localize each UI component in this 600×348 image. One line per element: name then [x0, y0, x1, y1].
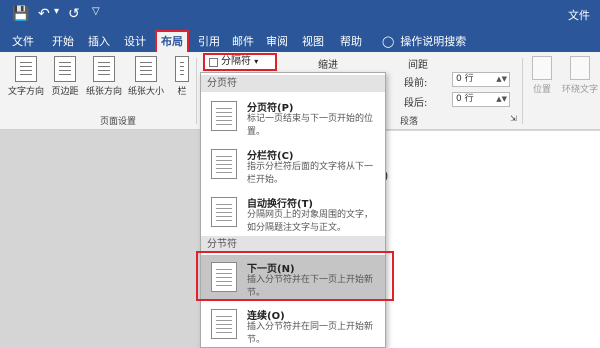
tab-file[interactable]: 文件	[8, 33, 38, 52]
margins-label: 页边距	[51, 87, 79, 97]
after-spacing-value: 0 行	[456, 94, 474, 104]
margins-icon	[54, 56, 76, 82]
tab-view[interactable]: 视图	[298, 33, 328, 52]
text-direction-icon	[15, 56, 37, 82]
size-icon	[135, 56, 157, 82]
redo-icon[interactable]: ↺	[68, 6, 80, 22]
column-break-icon	[211, 149, 237, 179]
position-icon	[532, 56, 552, 80]
menu-item-description: 指示分栏符后面的文字将从下一栏开始。	[247, 162, 374, 185]
paragraph-launcher-icon[interactable]: ⇲	[510, 114, 517, 123]
position-label: 位置	[532, 85, 551, 95]
tab-home[interactable]: 开始	[48, 33, 78, 52]
size-button[interactable]: 纸张大小	[126, 52, 166, 97]
page-setup-group-label: 页面设置	[100, 117, 137, 127]
before-spacing-input[interactable]: 0 行 ▲▼	[452, 72, 510, 87]
wrap-text-label: 环绕文字	[562, 85, 599, 95]
breaks-menu: 分页符 分页符(P) 标记一页结束与下一页开始的位置。 分栏符(C) 指示分栏符…	[200, 72, 386, 348]
undo-dropdown-icon[interactable]: ▾	[54, 6, 59, 17]
orientation-label: 纸张方向	[85, 87, 122, 97]
continuous-icon	[211, 309, 237, 339]
page-break-icon	[211, 101, 237, 131]
menu-item-description: 分隔网页上的对象周围的文字，如分隔题注文字与正文。	[247, 210, 374, 233]
tab-references[interactable]: 引用	[194, 33, 224, 52]
before-spacing-value: 0 行	[456, 74, 474, 84]
breaks-dropdown-label: 分隔符	[221, 56, 251, 67]
tab-layout[interactable]: 布局	[155, 30, 189, 54]
ribbon-tabs: 文件 开始 插入 设计 布局 引用 邮件 审阅 视图 帮助 ◯ 操作说明搜索	[0, 30, 600, 54]
text-direction-button[interactable]: 文字方向	[6, 52, 46, 97]
columns-button[interactable]: 栏	[172, 52, 192, 97]
after-spacing-input[interactable]: 0 行 ▲▼	[452, 92, 510, 107]
wrap-text-icon	[570, 56, 590, 80]
menu-item-title: 连续(O)	[247, 311, 285, 322]
lightbulb-icon: ◯	[382, 35, 395, 48]
tell-me-search[interactable]: ◯ 操作说明搜索	[382, 33, 466, 50]
tell-me-label: 操作说明搜索	[400, 35, 467, 48]
save-icon[interactable]: 💾	[12, 6, 29, 22]
file-name: 文件	[568, 9, 590, 22]
breaks-dropdown[interactable]: 分隔符 ▾	[203, 53, 277, 71]
group-divider	[196, 58, 197, 124]
menu-item-title: 分页符(P)	[247, 103, 294, 114]
spinner-icon[interactable]: ▲▼	[496, 93, 507, 106]
menu-item-page-break[interactable]: 分页符(P) 标记一页结束与下一页开始的位置。	[201, 95, 385, 139]
menu-item-title: 自动换行符(T)	[247, 199, 313, 210]
customize-icon[interactable]: ▽	[92, 6, 100, 17]
indent-label: 缩进	[318, 60, 338, 71]
chevron-down-icon: ▾	[254, 57, 259, 66]
before-label: 段前:	[404, 78, 428, 89]
menu-item-description: 插入分节符并在同一页上开始新节。	[247, 322, 374, 345]
size-label: 纸张大小	[127, 87, 164, 97]
after-label: 段后:	[404, 98, 428, 109]
orientation-button[interactable]: 纸张方向	[84, 52, 124, 97]
highlight-box	[196, 251, 394, 301]
tab-help[interactable]: 帮助	[336, 33, 366, 52]
menu-item-column-break[interactable]: 分栏符(C) 指示分栏符后面的文字将从下一栏开始。	[201, 143, 385, 187]
menu-item-continuous[interactable]: 连续(O) 插入分节符并在同一页上开始新节。	[201, 303, 385, 347]
group-divider	[522, 58, 523, 124]
tab-review[interactable]: 审阅	[262, 33, 292, 52]
menu-item-text-wrapping-break[interactable]: 自动换行符(T) 分隔网页上的对象周围的文字，如分隔题注文字与正文。	[201, 191, 385, 239]
text-direction-label: 文字方向	[7, 87, 44, 97]
tab-design[interactable]: 设计	[120, 33, 150, 52]
menu-item-description: 标记一页结束与下一页开始的位置。	[247, 114, 374, 137]
spinner-icon[interactable]: ▲▼	[496, 73, 507, 86]
undo-icon[interactable]: ↶	[38, 6, 50, 22]
columns-label: 栏	[177, 87, 187, 97]
wrap-text-button[interactable]: 环绕文字	[562, 56, 598, 95]
breaks-icon	[209, 58, 218, 67]
document-page[interactable]	[352, 131, 600, 348]
spacing-label: 间距	[408, 60, 428, 71]
tab-mailings[interactable]: 邮件	[228, 33, 258, 52]
page-breaks-section-header: 分页符	[201, 75, 385, 92]
title-bar: 💾 ↶ ▾ ↺ ▽ 文件	[0, 0, 600, 30]
position-button[interactable]: 位置	[532, 56, 552, 95]
text-wrapping-break-icon	[211, 197, 237, 227]
tab-insert[interactable]: 插入	[84, 33, 114, 52]
menu-item-title: 分栏符(C)	[247, 151, 294, 162]
orientation-icon	[93, 56, 115, 82]
paragraph-group-label: 段落	[400, 117, 419, 127]
margins-button[interactable]: 页边距	[48, 52, 82, 97]
columns-icon	[175, 56, 189, 82]
